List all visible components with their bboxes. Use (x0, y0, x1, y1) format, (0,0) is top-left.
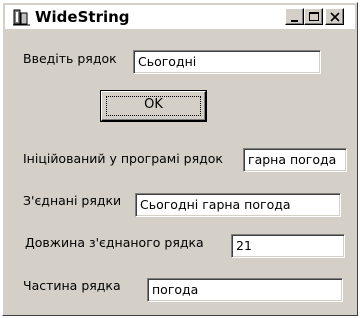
length-field[interactable]: 21 (231, 234, 345, 258)
input-field[interactable]: Сьогодні (133, 50, 321, 74)
maximize-icon (309, 12, 319, 21)
app-window: WideString Введіть рядок Сьогодні OK Іні… (2, 2, 358, 316)
title-bar[interactable]: WideString (5, 5, 355, 29)
close-icon (330, 12, 340, 22)
window-title: WideString (35, 8, 130, 26)
minimize-button[interactable] (285, 8, 304, 25)
ok-button-label: OK (144, 97, 163, 112)
minimize-icon (291, 20, 298, 22)
joined-label: З'єднані рядки (23, 193, 122, 208)
length-label: Довжина з'єднаного рядка (25, 235, 204, 250)
close-button[interactable] (325, 8, 344, 25)
part-field[interactable]: погода (147, 278, 343, 302)
init-field[interactable]: гарна погода (243, 148, 347, 172)
maximize-button[interactable] (304, 8, 323, 25)
part-label: Частина рядка (23, 278, 121, 293)
init-label: Ініційований у програмі рядок (23, 151, 223, 166)
input-label: Введіть рядок (23, 51, 117, 66)
ok-button[interactable]: OK (101, 91, 206, 121)
joined-field[interactable]: Сьогодні гарна погода (135, 193, 341, 217)
app-icon[interactable] (13, 8, 31, 26)
